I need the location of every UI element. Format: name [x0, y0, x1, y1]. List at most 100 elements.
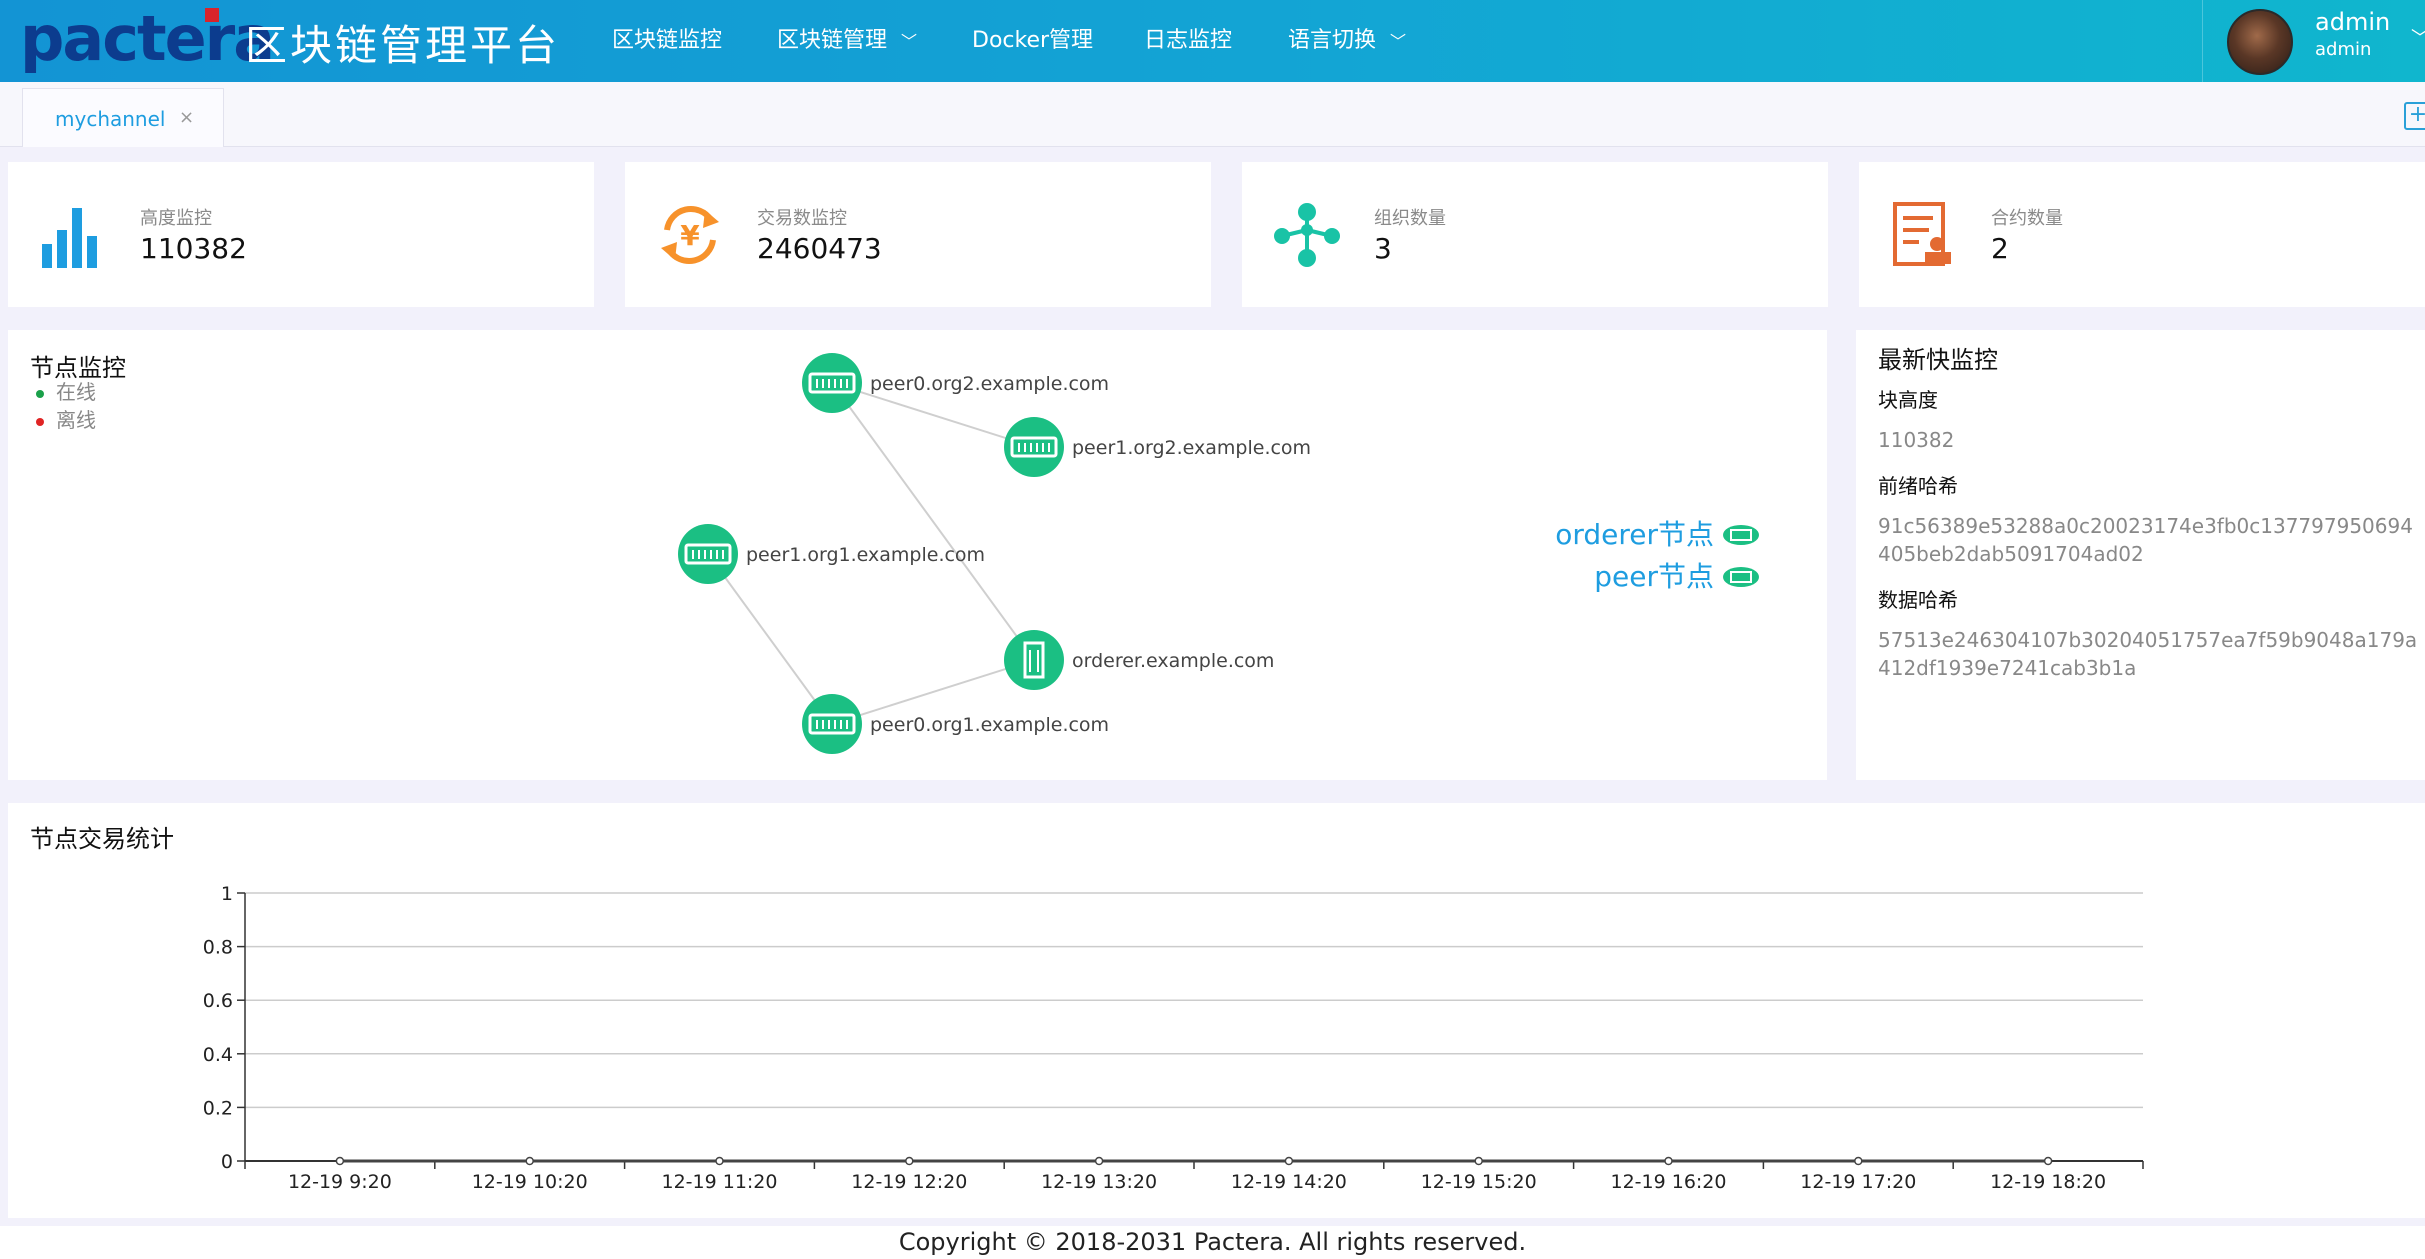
data-point[interactable] [1094, 1156, 1104, 1166]
peer-icon [1723, 567, 1759, 587]
x-tick-label: 12-19 12:20 [851, 1171, 967, 1193]
topology-link [831, 382, 1035, 661]
stat-label: 高度监控 [140, 208, 212, 229]
x-tick-label: 12-19 11:20 [661, 1171, 777, 1193]
nav-label: 语言切换 [1288, 28, 1377, 53]
type-legend-label: orderer节点 [1555, 518, 1714, 551]
nav-label: 区块链管理 [777, 28, 888, 53]
tab-mychannel[interactable]: mychannel × [22, 88, 224, 147]
peer-node[interactable]: peer0.org1.example.com [802, 694, 1109, 754]
block-height-value: 110382 [1878, 428, 1955, 452]
legend-online: 在线 [36, 376, 96, 405]
tab-label: mychannel [55, 107, 166, 131]
block-height-label: 块高度 [1878, 388, 1938, 412]
nav-label: Docker管理 [972, 28, 1094, 53]
topology-link [707, 553, 833, 725]
prev-hash-value: 91c56389e53288a0c20023174e3fb0c137797950… [1878, 514, 2413, 566]
nav-label: 区块链监控 [612, 28, 723, 53]
nav-blockchain-manage[interactable]: 区块链管理 ﹀ [777, 22, 917, 54]
chevron-down-icon: ﹀ [901, 32, 918, 51]
x-tick-label: 12-19 9:20 [288, 1171, 392, 1193]
x-tick-label: 12-19 16:20 [1610, 1171, 1726, 1193]
x-tick-label: 12-19 15:20 [1421, 1171, 1537, 1193]
stat-label: 组织数量 [1374, 208, 1446, 229]
x-tick-label: 12-19 17:20 [1800, 1171, 1916, 1193]
data-point[interactable] [1474, 1156, 1483, 1166]
legend-offline: 离线 [36, 404, 96, 433]
legend-label: 在线 [56, 380, 96, 404]
data-point[interactable] [1284, 1156, 1294, 1166]
node-label: orderer.example.com [1072, 650, 1274, 672]
stat-value: 2 [1991, 232, 2009, 265]
orderer-icon [1723, 525, 1759, 545]
chevron-down-icon: ﹀ [1390, 32, 1407, 51]
organization-network-icon [1274, 203, 1340, 267]
x-tick-label: 12-19 10:20 [472, 1171, 588, 1193]
node-label: peer1.org2.example.com [1072, 437, 1311, 459]
data-hash-value: 57513e246304107b30204051757ea7f59b9048a1… [1878, 628, 2418, 680]
prev-hash-label: 前绪哈希 [1878, 474, 1958, 498]
type-legend-label: peer节点 [1594, 560, 1714, 593]
stat-card-contracts: 合约数量 2 [1859, 162, 2425, 307]
data-point[interactable] [1664, 1156, 1673, 1166]
stat-card-height: 高度监控 110382 [8, 162, 594, 307]
bar-chart-icon [42, 208, 97, 268]
data-point[interactable] [2043, 1156, 2053, 1166]
x-tick-label: 12-19 14:20 [1231, 1171, 1347, 1193]
node-monitor-panel: peer0.org2.example.com peer1.org2.example… [8, 330, 1827, 780]
peer-node[interactable]: peer1.org1.example.com [678, 524, 985, 584]
offline-dot-icon [36, 417, 44, 426]
chevron-down-icon[interactable]: ﹀ [2411, 24, 2425, 50]
avatar[interactable] [2227, 9, 2293, 75]
footer: Copyright © 2018-2031 Pactera. All right… [0, 1226, 2425, 1259]
data-point[interactable] [525, 1156, 534, 1166]
stat-value: 2460473 [757, 232, 882, 265]
data-point[interactable] [335, 1156, 345, 1166]
latest-block-title: 最新快监控 [1878, 346, 1998, 374]
nav-log-monitor[interactable]: 日志监控 [1144, 22, 1232, 54]
tx-line-chart: 0 0.2 0.4 0.6 0.8 1 12-19 9:20 12-19 10:20 12-19… [203, 883, 2144, 1193]
peer-node[interactable]: peer1.org2.example.com [1004, 417, 1311, 477]
y-tick-label: 0.8 [203, 937, 233, 959]
pactera-logo[interactable]: pactera [20, 2, 275, 75]
stat-label: 合约数量 [1991, 208, 2063, 229]
tx-stats-title: 节点交易统计 [30, 825, 174, 853]
stat-card-organizations: 组织数量 3 [1242, 162, 1828, 307]
stat-value: 3 [1374, 232, 1392, 265]
nav-docker-manage[interactable]: Docker管理 [972, 22, 1093, 54]
online-dot-icon [36, 389, 44, 398]
nav-label: 日志监控 [1144, 28, 1233, 53]
svg-text:¥: ¥ [680, 219, 700, 252]
logo-dot-mark [205, 8, 219, 22]
app-title: 区块链管理平台 [245, 21, 561, 70]
y-tick-label: 0 [221, 1151, 233, 1173]
tab-bar: mychannel × + [0, 82, 2425, 147]
y-tick-label: 0.4 [203, 1044, 233, 1066]
nav-blockchain-monitor[interactable]: 区块链监控 [612, 22, 722, 54]
user-menu[interactable]: admin admin ﹀ [2202, 0, 2425, 82]
contract-document-icon [1893, 202, 1951, 266]
top-header: pactera 区块链管理平台 区块链监控 区块链管理 ﹀ Docker管理 日志… [0, 0, 2425, 82]
data-point[interactable] [905, 1156, 914, 1166]
x-tick-label: 12-19 13:20 [1041, 1171, 1157, 1193]
user-name: admin [2315, 8, 2391, 36]
copyright-text: Copyright © 2018-2031 Pactera. All right… [898, 1228, 1527, 1256]
latest-block-panel: 最新快监控 块高度 110382 前绪哈希 91c56389e53288a0c2… [1856, 330, 2425, 780]
data-point[interactable] [1854, 1156, 1863, 1166]
x-tick-label: 12-19 18:20 [1990, 1171, 2106, 1193]
peer-node[interactable]: peer0.org2.example.com [802, 353, 1109, 413]
node-topology-graph: peer0.org2.example.com peer1.org2.example… [678, 353, 1759, 754]
add-tab-icon[interactable]: + [2404, 102, 2425, 130]
close-icon[interactable]: × [179, 107, 194, 128]
node-label: peer0.org1.example.com [870, 714, 1109, 736]
stat-label: 交易数监控 [757, 208, 847, 229]
data-hash-label: 数据哈希 [1878, 588, 1958, 612]
yuan-exchange-icon: ¥ [661, 205, 719, 265]
node-label: peer0.org2.example.com [870, 373, 1109, 395]
orderer-node[interactable]: orderer.example.com [1004, 630, 1274, 690]
nav-language-switch[interactable]: 语言切换 ﹀ [1288, 22, 1406, 54]
data-point[interactable] [715, 1156, 724, 1166]
y-tick-label: 0.2 [203, 1097, 233, 1119]
stat-card-transactions: ¥ 交易数监控 2460473 [625, 162, 1211, 307]
stat-value: 110382 [140, 232, 247, 265]
